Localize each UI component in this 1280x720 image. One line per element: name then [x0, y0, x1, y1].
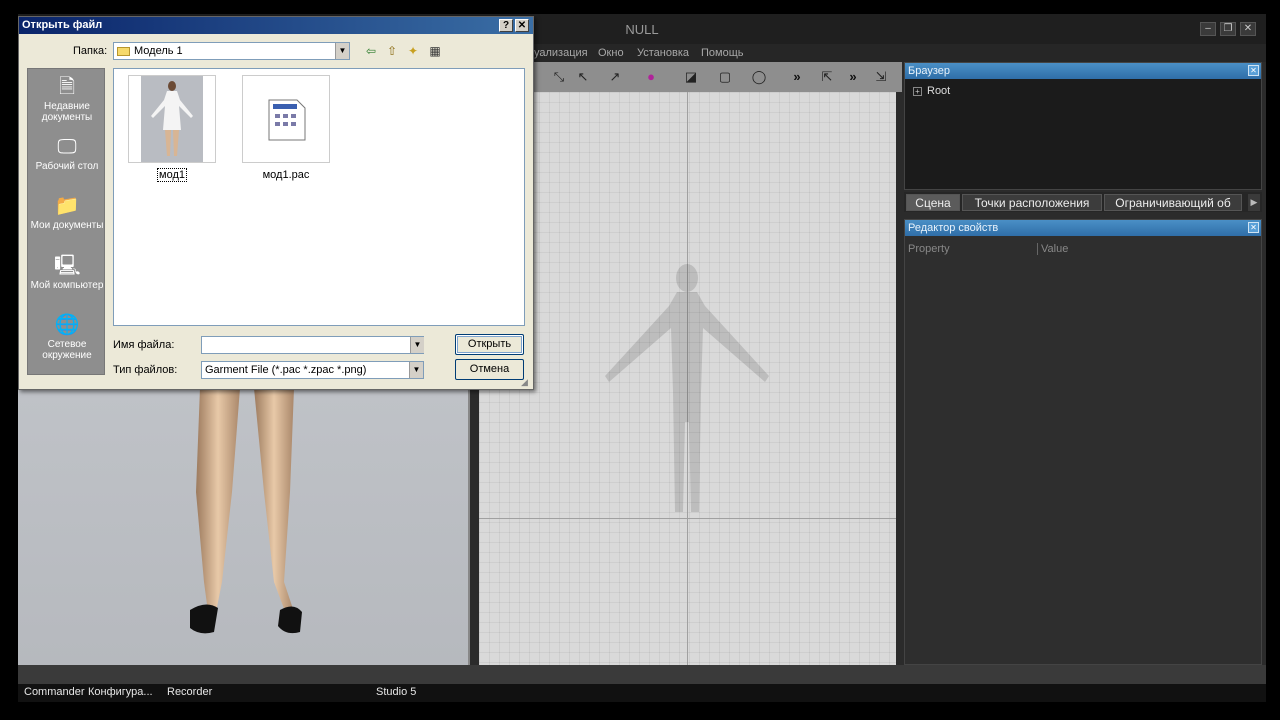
folder-icon [117, 46, 130, 56]
menu-visualization[interactable]: уализация [534, 44, 588, 62]
place-network-label: Сетевое окружение [42, 339, 92, 361]
create-polygon-icon[interactable]: ◪ [682, 68, 700, 86]
place-desktop[interactable]: 🖵 Рабочий стол [28, 135, 106, 172]
resize-grip-icon[interactable]: ◢ [521, 377, 532, 388]
tree-item-root-label: Root [927, 85, 951, 97]
taskbar-item-studio[interactable]: Studio 5 [376, 686, 416, 698]
help-icon[interactable]: ? [499, 19, 513, 32]
cancel-button[interactable]: Отмена [455, 359, 524, 380]
taskbar-item-configuration[interactable]: Конфигура... [88, 686, 153, 698]
chevron-down-icon[interactable]: ▼ [335, 43, 349, 59]
place-my-documents[interactable]: 📁 Мои документы [28, 194, 106, 231]
avatar-silhouette [605, 264, 769, 512]
place-network[interactable]: 🌐 Сетевое окружение [28, 313, 106, 361]
more-tools-chevron-icon-2[interactable]: » [844, 68, 862, 86]
avatar-thumbnail-image [141, 76, 203, 162]
transform-tool-icon[interactable]: ⇱ [818, 68, 836, 86]
properties-panel-title: Редактор свойств [908, 222, 999, 234]
file-name: мод1 [157, 168, 187, 182]
file-item-mod1-pac[interactable]: мод1.pac [242, 75, 330, 181]
minimize-icon[interactable]: – [1200, 22, 1216, 36]
taskbar-item-commander[interactable]: Commander [24, 686, 85, 698]
status-area [18, 665, 1266, 685]
place-my-computer[interactable]: 🖳 Мой компьютер [28, 254, 106, 291]
property-column-header[interactable]: Property [908, 243, 950, 255]
close-icon[interactable]: ✕ [1240, 22, 1256, 36]
chevron-down-icon[interactable]: ▼ [409, 362, 423, 378]
back-icon[interactable]: ⇦ [363, 43, 379, 59]
file-list: мод1 мод1.pac [113, 68, 525, 326]
places-bar: 🗎 Недавние документы 🖵 Рабочий стол 📁 Мо… [27, 68, 105, 375]
properties-panel: Редактор свойств ✕ Property Value [904, 219, 1262, 665]
tab-arrangement-points[interactable]: Точки расположения [962, 194, 1102, 211]
place-my-documents-label: Мои документы [30, 220, 104, 231]
close-properties-icon[interactable]: ✕ [1248, 222, 1259, 233]
more-tools-chevron-icon[interactable]: » [788, 68, 806, 86]
browser-panel: Браузер ✕ + Root [904, 62, 1262, 190]
edit-point-icon[interactable]: ● [642, 68, 660, 86]
taskbar: Commander Конфигура... Recorder Studio 5 [18, 684, 1266, 702]
menu-help[interactable]: Помощь [701, 44, 744, 62]
filetype-label: Тип файлов: [113, 364, 178, 376]
value-column-header[interactable]: Value [1037, 243, 1068, 255]
place-my-computer-label: Мой компьютер [30, 280, 104, 291]
place-recent-documents-label: Недавние документы [41, 101, 93, 123]
select-point-icon[interactable]: ↗ [606, 68, 624, 86]
browser-panel-header: Браузер ✕ [905, 63, 1261, 79]
menu-settings[interactable]: Установка [637, 44, 689, 62]
select-curve-icon[interactable]: ⤡ [550, 68, 568, 86]
create-circle-icon[interactable]: ◯ [750, 68, 768, 86]
file-name: мод1.pac [262, 169, 310, 181]
dialog-titlebar: Открыть файл ? ✕ [19, 17, 533, 34]
taskbar-item-recorder[interactable]: Recorder [167, 686, 212, 698]
sewing-tool-icon[interactable]: ⇲ [872, 68, 890, 86]
tab-scene[interactable]: Сцена [906, 194, 960, 211]
desktop-icon: 🖵 [57, 136, 77, 158]
properties-panel-header: Редактор свойств ✕ [905, 220, 1261, 236]
folder-select-value: Модель 1 [134, 45, 183, 57]
scene-tabs: Сцена Точки расположения Ограничивающий … [904, 192, 1262, 212]
place-recent-documents[interactable]: 🗎 Недавние документы [28, 75, 106, 123]
tree-item-root[interactable]: + Root [913, 85, 950, 97]
filetype-select[interactable]: Garment File (*.pac *.zpac *.png) ▼ [201, 361, 424, 379]
recent-documents-icon: 🗎 [58, 76, 76, 98]
toolbar: ⤡ ↖ ↗ ● ◪ ▢ ◯ » ⇱ » ⇲ » [532, 62, 911, 92]
my-documents-icon: 📁 [54, 195, 80, 217]
dialog-close-icon[interactable]: ✕ [515, 19, 529, 32]
filetype-select-value: Garment File (*.pac *.zpac *.png) [205, 364, 367, 376]
filename-history-chevron-icon[interactable]: ▼ [410, 337, 424, 353]
create-rectangle-icon[interactable]: ▢ [716, 68, 734, 86]
tab-bounding-volumes[interactable]: Ограничивающий об [1104, 194, 1242, 211]
my-computer-icon: 🖳 [54, 255, 81, 277]
browser-panel-title: Браузер [908, 65, 950, 77]
expand-icon[interactable]: + [913, 86, 922, 96]
restore-icon[interactable]: ❐ [1220, 22, 1236, 36]
properties-header-row: Property Value [905, 240, 1261, 258]
pac-file-icon [268, 99, 306, 141]
open-button[interactable]: Открыть [455, 334, 524, 355]
up-folder-icon[interactable]: ⇧ [384, 43, 400, 59]
avatar-thumbnail [128, 75, 216, 163]
open-file-dialog: Открыть файл ? ✕ Папка: Модель 1 ▼ ⇦ ⇧ ✦… [18, 16, 534, 390]
place-desktop-label: Рабочий стол [35, 161, 99, 172]
2d-pattern-view[interactable] [479, 92, 896, 665]
dialog-title: Открыть файл [22, 19, 103, 31]
close-browser-icon[interactable]: ✕ [1248, 65, 1259, 76]
menu-window[interactable]: Окно [598, 44, 624, 62]
pac-file-thumbnail [242, 75, 330, 163]
folder-label: Папка: [73, 45, 108, 57]
new-folder-icon[interactable]: ✦ [405, 43, 421, 59]
tab-scroll-right-icon[interactable]: ▶ [1248, 194, 1260, 211]
file-item-mod1-image[interactable]: мод1 [128, 75, 216, 182]
filename-input[interactable] [201, 336, 424, 354]
folder-select[interactable]: Модель 1 ▼ [113, 42, 350, 60]
select-arrow-icon[interactable]: ↖ [574, 68, 592, 86]
network-icon: 🌐 [54, 314, 80, 336]
view-menu-icon[interactable]: ▦ [427, 43, 443, 59]
filename-label: Имя файла: [113, 339, 175, 351]
